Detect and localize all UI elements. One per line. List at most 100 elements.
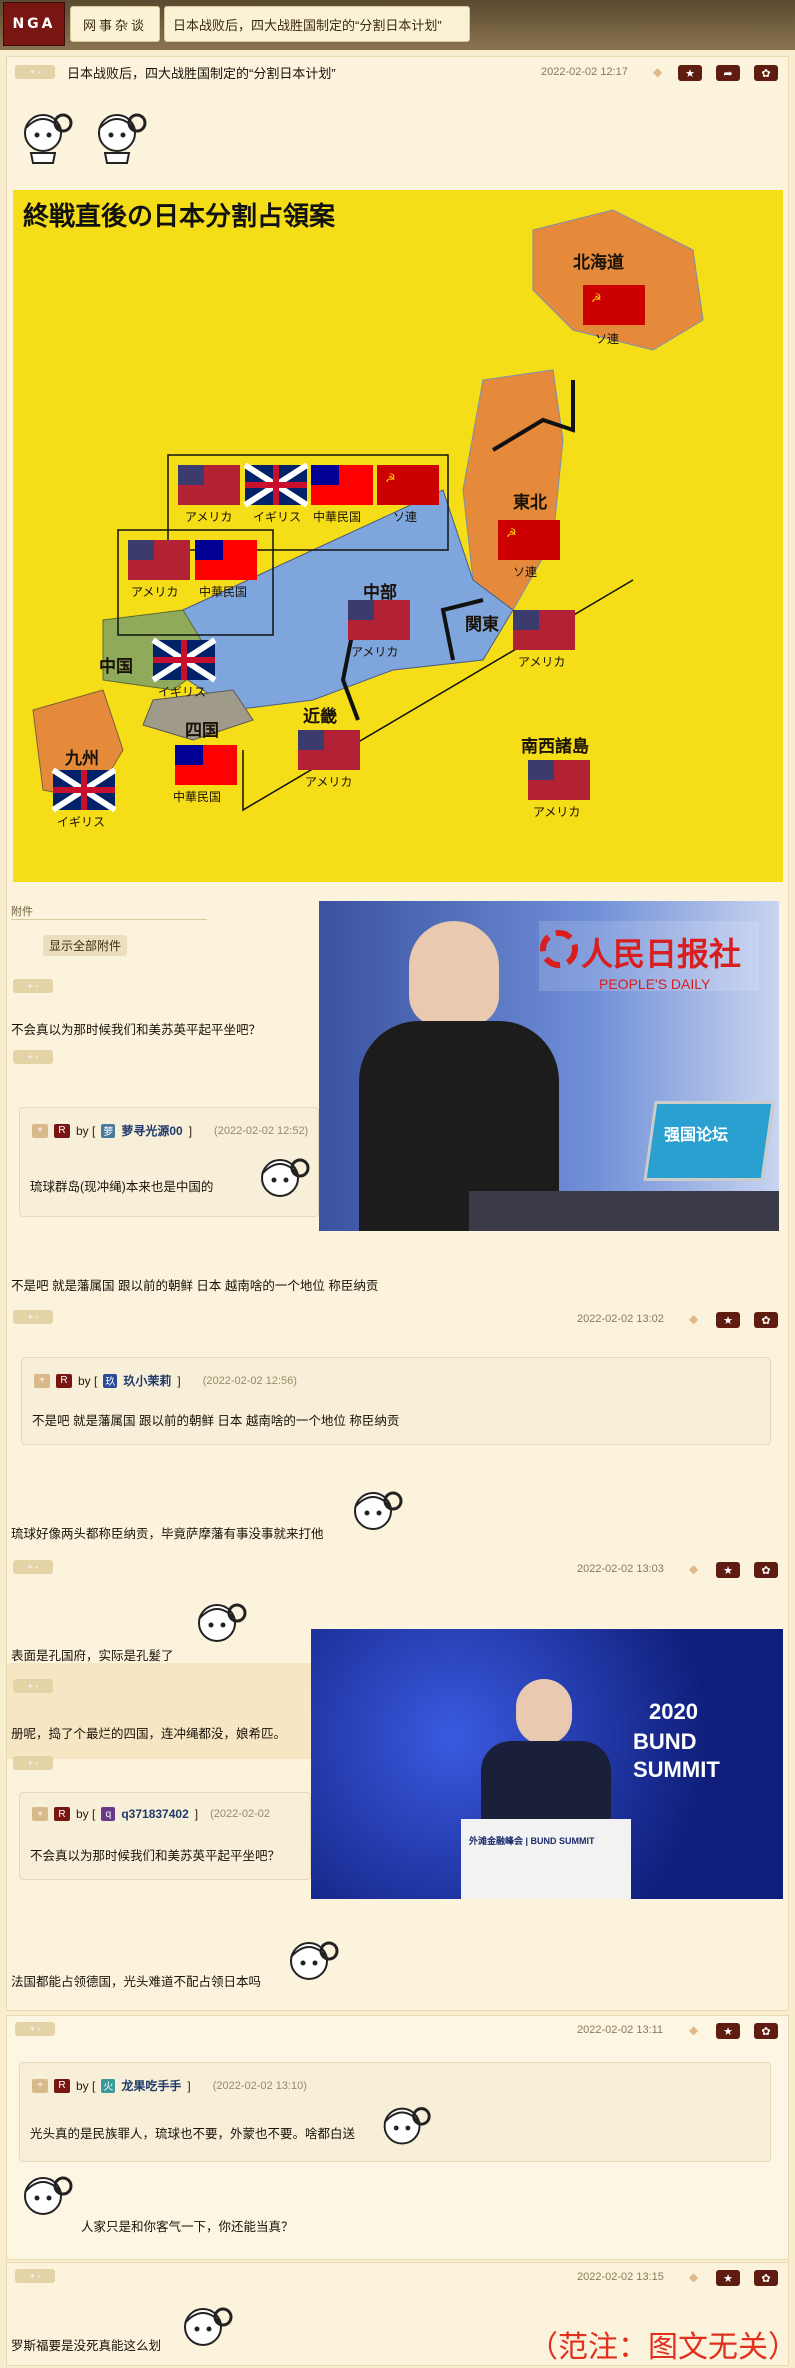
podium-text: 外滩金融峰会 | BUND SUMMIT [469, 1836, 595, 1846]
photo-logo-en: PEOPLE'S DAILY [599, 976, 711, 992]
star-icon[interactable]: ★ [678, 65, 702, 81]
map-label-tohoku: 東北 [513, 493, 547, 512]
flag-caption: アメリカ [131, 585, 179, 599]
map-label-chubu: 中部 [363, 583, 397, 602]
flag-caption: ソ連 [595, 332, 620, 346]
vote-buttons[interactable]: + - [13, 979, 53, 993]
desk [469, 1191, 779, 1231]
chibi-sticker-icon [198, 1603, 247, 1642]
reply-text: 不是吧 就是藩属国 跟以前的朝鲜 日本 越南啥的一个地位 称臣纳贡 [11, 1279, 379, 1293]
reply-date: 2022-02-02 13:15 [577, 2271, 664, 2283]
gear-icon[interactable]: ✿ [754, 65, 778, 81]
svg-text:☭: ☭ [385, 471, 396, 485]
chibi-sticker-icon [24, 113, 73, 164]
user-avatar-icon: 火 [101, 2078, 116, 2093]
quote-box: + R by [ 玖 玖小茉莉 ] (2022-02-02 12:56) 不是吧… [21, 1357, 771, 1445]
quote-expand-button[interactable]: + [32, 1807, 48, 1821]
vote-buttons[interactable]: + - [13, 1050, 53, 1064]
summit-word-2: SUMMIT [633, 1757, 720, 1782]
map-label-shikoku: 四国 [185, 721, 219, 740]
quote-box: + R by [ q q371837402 ] (2022-02-02 不会真以… [19, 1792, 311, 1880]
footnote-watermark: （范注：图文无关） [528, 2330, 795, 2365]
vote-buttons[interactable]: + - [13, 1679, 53, 1693]
breadcrumb-forum[interactable]: 网事杂谈 [70, 6, 160, 42]
photo-bund-summit: 2020 BUND SUMMIT 外滩金融峰会 | BUND SUMMIT [311, 1629, 783, 1899]
user-avatar-icon: 萝 [101, 1123, 116, 1138]
speaker-body [481, 1741, 611, 1821]
bookmark-drop-icon[interactable]: ◆ [689, 2023, 698, 2037]
main-post: + - 日本战败后，四大战胜国制定的“分割日本计划” 2022-02-02 12… [6, 56, 789, 2011]
chibi-sticker-icon [24, 2176, 73, 2215]
vote-buttons[interactable]: + - [15, 2022, 55, 2036]
quote-username[interactable]: 龙果吃手手 [121, 2077, 181, 2094]
site-logo[interactable]: NGA [3, 2, 65, 46]
quote-time: (2022-02-02 12:52) [214, 1124, 309, 1137]
vote-buttons[interactable]: + - [13, 1310, 53, 1324]
map-label-hokkaido: 北海道 [573, 253, 624, 272]
map-graphic: ☭ ☭ ☭ [32, 209, 704, 813]
vote-buttons[interactable]: + - [13, 1560, 53, 1574]
quote-text: 琉球群岛(现冲绳)本来也是中国的 [30, 1180, 214, 1194]
reply-badge-icon: R [54, 1807, 70, 1821]
chibi-sticker-icon [383, 2107, 431, 2145]
map-label-nansei: 南西諸島 [521, 737, 589, 756]
user-avatar-icon: q [101, 1807, 116, 1821]
breadcrumb-thread[interactable]: 日本战败后，四大战胜国制定的“分割日本计划” [164, 6, 470, 42]
star-icon[interactable]: ★ [716, 1312, 740, 1328]
reply-date: 2022-02-02 13:02 [577, 1313, 664, 1325]
quote-text: 光头真的是民族罪人，琉球也不要，外蒙也不要。啥都白送 [30, 2127, 356, 2141]
summit-word-1: BUND [633, 1729, 697, 1754]
summit-year: 2020 [649, 1699, 698, 1724]
top-nav-bar: NGA 网事杂谈 日本战败后，四大战胜国制定的“分割日本计划” [0, 0, 795, 50]
star-icon[interactable]: ★ [716, 2270, 740, 2286]
reply-date: 2022-02-02 13:11 [577, 2024, 664, 2036]
flag-caption: イギリス [253, 510, 302, 524]
podium [461, 1819, 631, 1899]
quote-expand-button[interactable]: + [32, 2078, 48, 2093]
vote-buttons[interactable]: + - [15, 65, 55, 79]
quote-time: (2022-02-02 12:56) [202, 1374, 297, 1387]
flag-caption: 中華民国 [173, 790, 222, 804]
red-swirl-icon [540, 930, 578, 968]
bookmark-drop-icon[interactable]: ◆ [653, 65, 662, 79]
quote-time: (2022-02-02 [210, 1808, 271, 1820]
flag-caption: 中華民国 [313, 510, 362, 524]
post-title: 日本战败后，四大战胜国制定的“分割日本计划” [67, 66, 336, 81]
gear-icon[interactable]: ✿ [754, 2270, 778, 2286]
gear-icon[interactable]: ✿ [754, 1562, 778, 1578]
share-icon[interactable]: ➦ [716, 65, 740, 81]
vote-buttons[interactable]: + - [15, 2269, 55, 2283]
bookmark-drop-icon[interactable]: ◆ [689, 1562, 698, 1576]
reply-post: + - 2022-02-02 13:11 ◆ ★ ✿ + R by [ 火 龙果… [6, 2015, 789, 2260]
quote-username[interactable]: 萝寻光源00 [121, 1122, 182, 1139]
gear-icon[interactable]: ✿ [754, 1312, 778, 1328]
quote-username[interactable]: 玖小茉莉 [123, 1372, 171, 1389]
quote-box: + R by [ 火 龙果吃手手 ] (2022-02-02 13:10) 光头… [19, 2062, 771, 2162]
flag-caption: アメリカ [305, 775, 353, 789]
quote-username[interactable]: q371837402 [121, 1807, 188, 1821]
map-label-chugoku: 中国 [99, 657, 133, 676]
reply-text: 人家只是和你客气一下，你还能当真？ [81, 2220, 294, 2234]
reply-text: 册呢，捣了个最烂的四国，连冲绳都没，娘希匹。 [11, 1727, 287, 1741]
japan-partition-map[interactable]: ☭ ☭ ☭ 終戦直後の日本分割占領案 北海道 東北 中部 関東 近畿 中国 四国… [13, 190, 783, 882]
map-title: 終戦直後の日本分割占領案 [23, 201, 336, 231]
chibi-sticker-icon [261, 1158, 310, 1197]
star-icon[interactable]: ★ [716, 2023, 740, 2039]
bookmark-drop-icon[interactable]: ◆ [689, 1312, 698, 1326]
vote-buttons[interactable]: + - [13, 1756, 53, 1770]
gear-icon[interactable]: ✿ [754, 2023, 778, 2039]
attachments-label: 附件 [11, 906, 33, 918]
flag-caption: イギリス [57, 815, 106, 829]
quote-expand-button[interactable]: + [34, 1373, 50, 1388]
reply-date: 2022-02-02 13:03 [577, 1563, 664, 1575]
divider [11, 919, 207, 920]
quote-expand-button[interactable]: + [32, 1123, 48, 1138]
quote-time: (2022-02-02 13:10) [212, 2079, 307, 2092]
svg-text:☭: ☭ [591, 291, 602, 305]
show-all-attachments-button[interactable]: 显示全部附件 [43, 935, 128, 956]
bookmark-drop-icon[interactable]: ◆ [689, 2270, 698, 2284]
reply-text: 表面是孔国府，实际是孔髮了 [11, 1649, 174, 1663]
quote-box: + R by [ 萝 萝寻光源00 ] (2022-02-02 12:52) 琉… [19, 1107, 319, 1217]
reply-text: 罗斯福要是没死真能这么划 [11, 2339, 162, 2353]
star-icon[interactable]: ★ [716, 1562, 740, 1578]
